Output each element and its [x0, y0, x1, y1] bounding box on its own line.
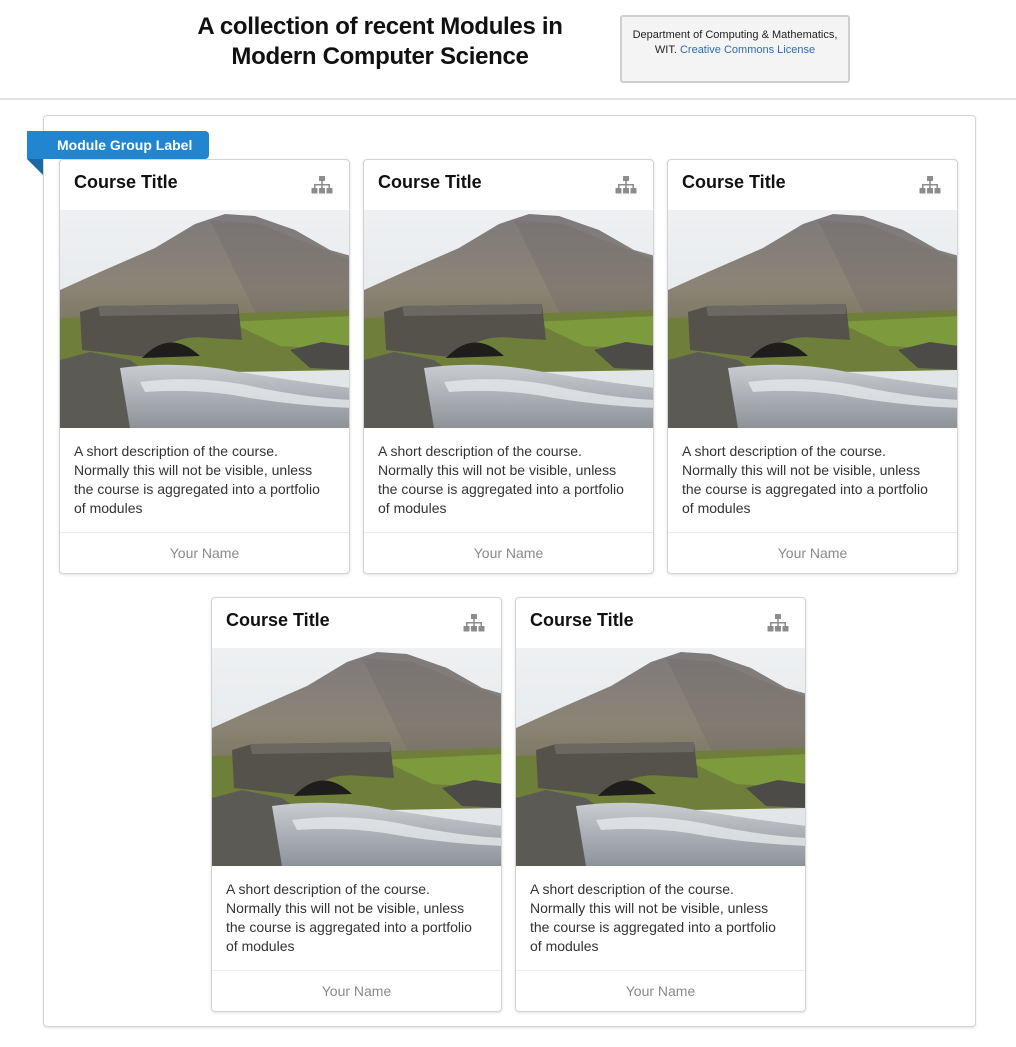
- card-header: Course Title: [364, 160, 653, 210]
- card-header: Course Title: [668, 160, 957, 210]
- course-title: Course Title: [378, 172, 482, 192]
- sitemap-icon: [311, 176, 333, 194]
- course-card[interactable]: Course Title A short description of the …: [363, 159, 654, 574]
- course-card[interactable]: Course Title A short description of the …: [667, 159, 958, 574]
- credit-box: Department of Computing & Mathematics, W…: [620, 15, 850, 83]
- course-description: A short description of the course. Norma…: [364, 428, 653, 533]
- course-description: A short description of the course. Norma…: [60, 428, 349, 533]
- course-title: Course Title: [682, 172, 786, 192]
- bridge-top: [706, 304, 846, 316]
- card-header: Course Title: [516, 598, 805, 648]
- sitemap-icon: [463, 614, 485, 632]
- module-group-label: Module Group Label: [27, 131, 210, 159]
- page-header: A collection of recent Modules in Modern…: [0, 0, 1016, 100]
- course-description: A short description of the course. Norma…: [212, 866, 501, 971]
- course-image: [516, 648, 805, 866]
- course-description: A short description of the course. Norma…: [668, 428, 957, 533]
- course-author: Your Name: [777, 545, 848, 561]
- course-card[interactable]: Course Title A short description of the …: [211, 597, 502, 1012]
- sitemap-icon: [767, 614, 789, 632]
- course-title: Course Title: [74, 172, 178, 192]
- course-author: Your Name: [169, 545, 240, 561]
- course-image: [364, 210, 653, 428]
- page-title: A collection of recent Modules in Modern…: [197, 13, 563, 70]
- sitemap-icon: [919, 176, 941, 194]
- sitemap-icon: [615, 176, 637, 194]
- course-title: Course Title: [530, 610, 634, 630]
- course-card[interactable]: Course Title A short description of the …: [59, 159, 350, 574]
- course-image: [668, 210, 957, 428]
- course-image: [60, 210, 349, 428]
- course-author: Your Name: [473, 545, 544, 561]
- course-description: A short description of the course. Norma…: [516, 866, 805, 971]
- bridge-top: [98, 304, 238, 316]
- ribbon-fold: [27, 159, 43, 175]
- bridge-top: [402, 304, 542, 316]
- course-title: Course Title: [226, 610, 330, 630]
- card-header: Course Title: [60, 160, 349, 210]
- bridge-top: [554, 742, 694, 754]
- bridge-top: [250, 742, 390, 754]
- card-header: Course Title: [212, 598, 501, 648]
- course-image: [212, 648, 501, 866]
- course-card[interactable]: Course Title A short description of the …: [515, 597, 806, 1012]
- course-author: Your Name: [625, 983, 696, 999]
- creative-commons-link[interactable]: Creative Commons License: [680, 44, 815, 56]
- course-author: Your Name: [321, 983, 392, 999]
